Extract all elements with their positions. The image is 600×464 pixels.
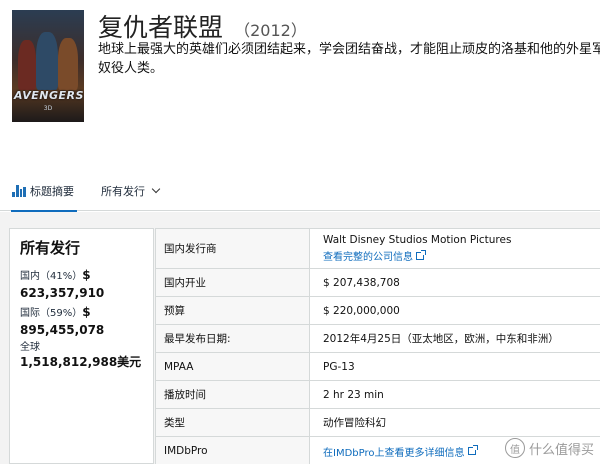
table-row: 类型 动作冒险科幻	[155, 409, 600, 437]
movie-description: 地球上最强大的英雄们必须团结起来，学会团结奋战，才能阻止顽皮的洛基和他的外星军队…	[98, 42, 600, 76]
row-key: 最早发布日期:	[155, 325, 310, 352]
poster-figure	[58, 38, 78, 90]
tab-bar: 标题摘要 所有发行	[0, 170, 600, 212]
row-value: $ 220,000,000	[323, 304, 400, 317]
title-row: 复仇者联盟 （2012）	[98, 8, 307, 44]
company-info-link[interactable]: 查看完整的公司信息	[323, 248, 600, 263]
watermark-badge-icon: 值	[504, 438, 525, 458]
bar-chart-icon	[12, 184, 26, 197]
poster-sub: 3D	[43, 105, 53, 112]
tab-title-summary[interactable]: 标题摘要	[11, 170, 77, 212]
release-year: （2012）	[234, 21, 307, 40]
row-key: 类型	[155, 409, 310, 436]
table-row: MPAA PG-13	[155, 353, 600, 381]
watermark: 值 什么值得买	[504, 438, 594, 458]
watermark-text: 什么值得买	[528, 442, 594, 458]
table-row: 国内开业 $ 207,438,708	[155, 269, 600, 297]
row-key: MPAA	[155, 353, 310, 380]
worldwide-gross: 全球 1,518,812,988美元	[20, 342, 142, 369]
movie-poster[interactable]: AVENGERS 3D	[12, 10, 84, 122]
details-table: 国内发行商 Walt Disney Studios Motion Picture…	[155, 228, 600, 464]
external-link-icon	[467, 445, 478, 455]
row-key: 预算	[155, 297, 310, 324]
row-value: 2 hr 23 min	[323, 388, 384, 401]
distributor-name: Walt Disney Studios Motion Pictures	[323, 234, 512, 246]
domestic-gross: 国内（41%）$ 623,357,910	[20, 268, 105, 300]
table-row: 预算 $ 220,000,000	[155, 297, 600, 325]
international-gross: 国际（59%）$ 895,455,078	[20, 305, 105, 337]
tab-label: 所有发行	[101, 184, 145, 198]
row-key: 播放时间	[155, 381, 310, 408]
row-value: Walt Disney Studios Motion Pictures 查看完整…	[323, 229, 600, 268]
tab-label: 标题摘要	[30, 184, 74, 198]
table-row: 播放时间 2 hr 23 min	[155, 381, 600, 409]
poster-logo: AVENGERS	[14, 89, 84, 102]
page-title: 复仇者联盟	[98, 13, 224, 42]
row-value: PG-13	[323, 360, 355, 373]
chevron-down-icon	[151, 184, 161, 194]
row-key: 国内开业	[155, 269, 310, 296]
table-row: 国内发行商 Walt Disney Studios Motion Picture…	[155, 229, 600, 269]
tab-all-releases[interactable]: 所有发行	[101, 170, 161, 211]
row-key: 国内发行商	[155, 229, 310, 268]
row-value: 2012年4月25日（亚太地区，欧洲，中东和非洲）	[323, 333, 559, 345]
poster-figure	[18, 40, 36, 90]
release-summary-card: 所有发行 国内（41%）$ 623,357,910 国际（59%）$ 895,4…	[9, 228, 154, 464]
row-key: IMDbPro	[155, 437, 310, 464]
summary-heading: 所有发行	[20, 239, 81, 257]
row-value: 动作冒险科幻	[323, 417, 386, 429]
external-link-icon	[416, 249, 426, 260]
poster-figure	[36, 32, 58, 90]
table-row: 最早发布日期: 2012年4月25日（亚太地区，欧洲，中东和非洲）	[155, 325, 600, 353]
row-value: $ 207,438,708	[323, 276, 400, 289]
